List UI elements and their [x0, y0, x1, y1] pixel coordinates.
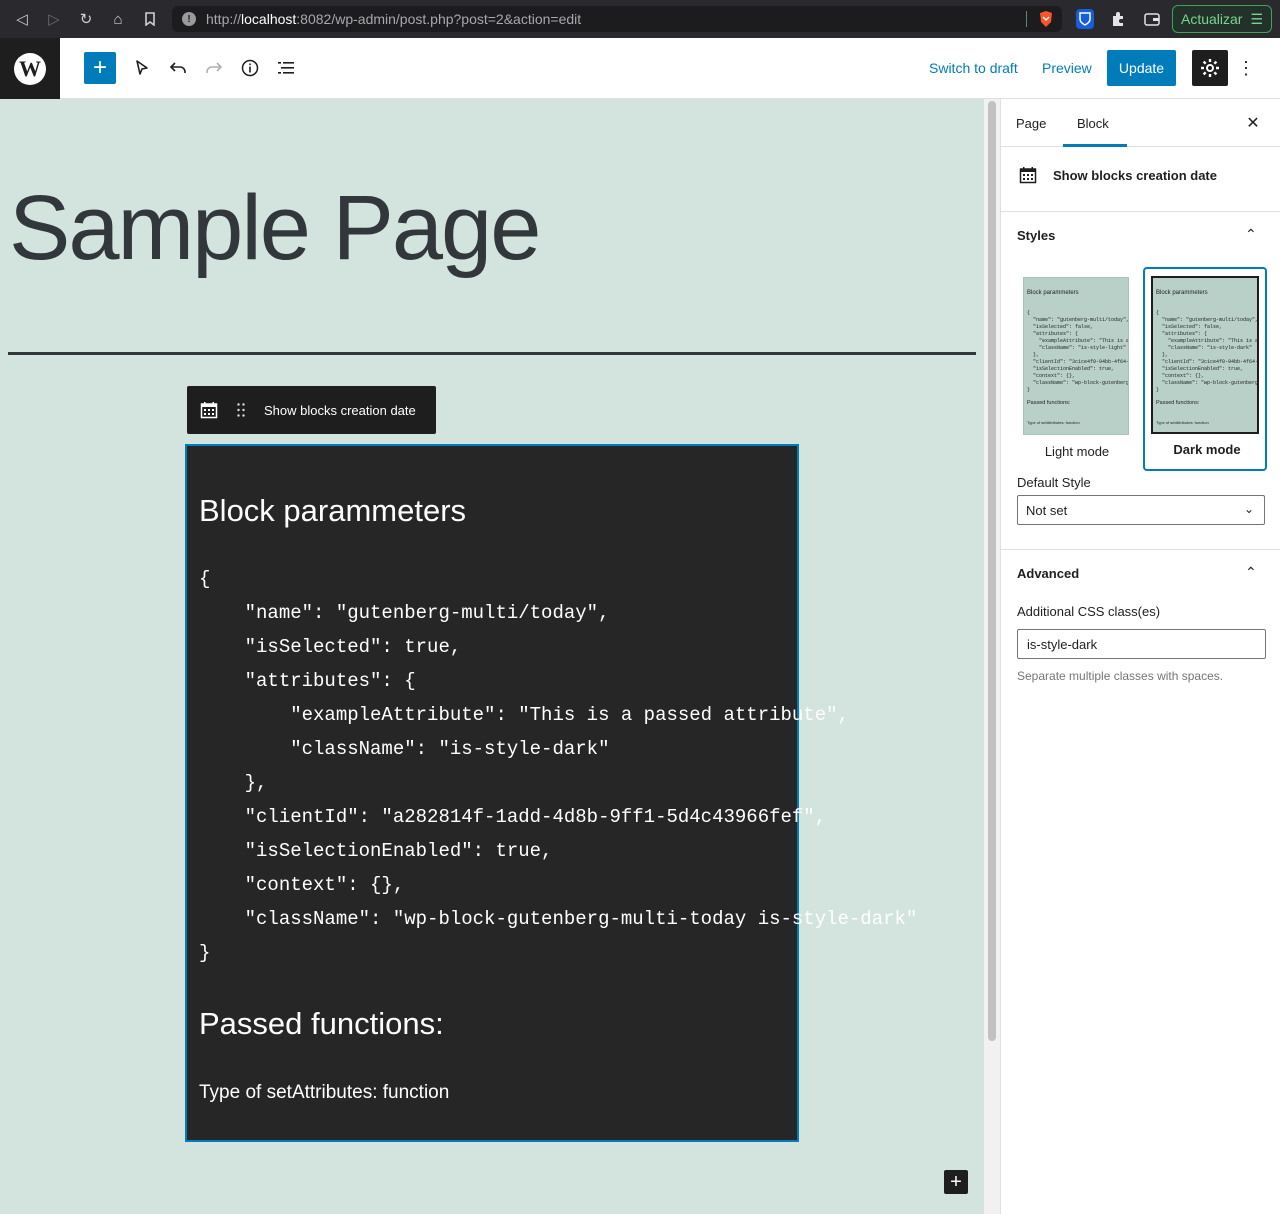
preview-code: { "name": "gutenberg-multi/today", "isSe…	[1027, 310, 1129, 393]
advanced-panel-toggle[interactable]: Advanced	[1017, 566, 1079, 581]
browser-update-button[interactable]: Actualizar ☰	[1172, 5, 1272, 33]
calendar-icon	[1019, 166, 1037, 189]
preview-type-line: Type of setAttributes: function	[1156, 420, 1209, 425]
active-tab-indicator	[1063, 144, 1127, 147]
brave-shield-icon[interactable]	[1036, 9, 1056, 29]
code-line: },	[199, 772, 268, 794]
chevron-down-icon: ⌄	[1243, 502, 1254, 516]
editor-header: W + Switch to draft Preview Update ⋮	[0, 38, 1280, 99]
style-option-dark[interactable]: Block parammeters { "name": "gutenberg-m…	[1143, 267, 1267, 471]
default-style-select[interactable]: Not set ⌄	[1017, 495, 1265, 525]
tab-block[interactable]: Block	[1063, 99, 1123, 147]
set-attributes-type-text: Type of setAttributes: function	[199, 1082, 450, 1103]
preview-title: Block parammeters	[1156, 290, 1208, 296]
code-line: "className": "is-style-dark"	[199, 738, 610, 760]
wordpress-icon: W	[14, 52, 46, 85]
chevron-up-icon[interactable]: ⌃	[1245, 226, 1257, 243]
code-line: "clientId": "a282814f-1add-4d8b-9ff1-5d4…	[199, 806, 827, 828]
canvas-scrollbar[interactable]	[984, 99, 1000, 1214]
settings-button[interactable]	[1192, 50, 1228, 86]
more-options-icon[interactable]: ⋮	[1237, 52, 1255, 84]
drag-handle-icon[interactable]	[231, 386, 251, 434]
css-class-input[interactable]	[1017, 629, 1266, 659]
gear-icon	[1201, 59, 1219, 77]
add-block-button[interactable]: +	[944, 1170, 968, 1194]
wallet-icon[interactable]	[1142, 9, 1162, 29]
extensions-icon[interactable]	[1108, 9, 1128, 29]
separator-block[interactable]	[8, 352, 976, 355]
preview-code: { "name": "gutenberg-multi/today", "isSe…	[1156, 310, 1259, 393]
back-icon[interactable]: ◁	[6, 0, 38, 38]
forward-icon[interactable]: ▷	[38, 0, 70, 38]
bookmark-icon[interactable]	[134, 0, 166, 38]
css-class-label: Additional CSS class(es)	[1017, 604, 1161, 619]
undo-icon[interactable]	[162, 52, 194, 84]
preview-button[interactable]: Preview	[1042, 60, 1092, 76]
sidebar-tabs: Page Block ✕	[1001, 99, 1280, 147]
css-class-help-text: Separate multiple classes with spaces.	[1017, 669, 1224, 683]
selected-block[interactable]: Block parammeters { "name": "gutenberg-m…	[185, 444, 917, 1142]
browser-update-label: Actualizar	[1181, 11, 1243, 27]
code-line: "className": "wp-block-gutenberg-multi-t…	[199, 908, 918, 930]
style-preview-dark: Block parammeters { "name": "gutenberg-m…	[1151, 276, 1259, 434]
wordpress-logo[interactable]: W	[0, 38, 60, 99]
redo-icon[interactable]	[198, 52, 230, 84]
styles-panel-toggle[interactable]: Styles	[1017, 228, 1055, 243]
code-line: "isSelectionEnabled": true,	[199, 840, 553, 862]
code-line: }	[199, 942, 211, 964]
code-line: "isSelected": true,	[199, 636, 462, 658]
block-card: Show blocks creation date	[1001, 148, 1280, 212]
update-button[interactable]: Update	[1107, 50, 1176, 86]
browser-toolbar: ◁ ▷ ↻ ⌂ ! http://localhost:8082/wp-admin…	[0, 0, 1280, 38]
code-line: "exampleAttribute": "This is a passed at…	[199, 704, 849, 726]
block-inserter-button[interactable]: +	[84, 52, 116, 84]
style-option-label: Light mode	[1044, 444, 1110, 459]
code-line: {	[199, 568, 211, 590]
code-line: "context": {},	[199, 874, 405, 896]
passed-functions-heading: Passed functions:	[199, 1006, 444, 1041]
default-style-label: Default Style	[1017, 475, 1091, 490]
block-toolbar-title[interactable]: Show blocks creation date	[264, 403, 416, 418]
style-option-label: Dark mode	[1173, 442, 1241, 457]
scrollbar-thumb[interactable]	[988, 101, 996, 1041]
block-params-code: { "name": "gutenberg-multi/today", "isSe…	[199, 562, 917, 970]
select-tool-icon[interactable]	[126, 52, 158, 84]
close-icon[interactable]: ✕	[1241, 111, 1265, 135]
preview-type-line: Type of setAttributes: function	[1027, 420, 1080, 425]
bitwarden-icon[interactable]	[1076, 9, 1094, 29]
settings-sidebar: Page Block ✕ Show blocks creation date S…	[1000, 99, 1280, 1214]
block-card-title: Show blocks creation date	[1053, 168, 1217, 183]
home-icon[interactable]: ⌂	[102, 0, 134, 38]
page-title[interactable]: Sample Page	[9, 176, 541, 281]
site-info-icon[interactable]: !	[182, 12, 196, 26]
address-bar-divider	[1026, 11, 1027, 27]
style-option-light[interactable]: Block parammeters { "name": "gutenberg-m…	[1015, 267, 1139, 471]
url-text: http://localhost:8082/wp-admin/post.php?…	[206, 11, 582, 27]
panel-divider	[1001, 549, 1280, 550]
hamburger-icon: ☰	[1250, 10, 1264, 27]
list-view-icon[interactable]	[270, 52, 302, 84]
calendar-icon[interactable]	[187, 386, 231, 434]
block-toolbar: Show blocks creation date	[187, 386, 436, 434]
code-line: "name": "gutenberg-multi/today",	[199, 602, 610, 624]
default-style-value: Not set	[1026, 502, 1068, 518]
preview-passed-functions: Passed functions:	[1156, 400, 1200, 406]
tab-page[interactable]: Page	[1002, 99, 1060, 147]
code-line: "attributes": {	[199, 670, 416, 692]
chevron-up-icon[interactable]: ⌃	[1245, 564, 1257, 581]
address-bar[interactable]: ! http://localhost:8082/wp-admin/post.ph…	[172, 6, 1062, 32]
style-preview-light: Block parammeters { "name": "gutenberg-m…	[1023, 277, 1129, 435]
switch-to-draft-button[interactable]: Switch to draft	[929, 60, 1018, 76]
editor-canvas[interactable]: Sample Page Show blocks creation date Bl…	[0, 99, 984, 1214]
preview-passed-functions: Passed functions:	[1027, 400, 1071, 406]
details-info-icon[interactable]	[234, 52, 266, 84]
block-heading: Block parammeters	[199, 493, 467, 528]
reload-icon[interactable]: ↻	[70, 0, 102, 38]
preview-title: Block parammeters	[1027, 290, 1079, 296]
